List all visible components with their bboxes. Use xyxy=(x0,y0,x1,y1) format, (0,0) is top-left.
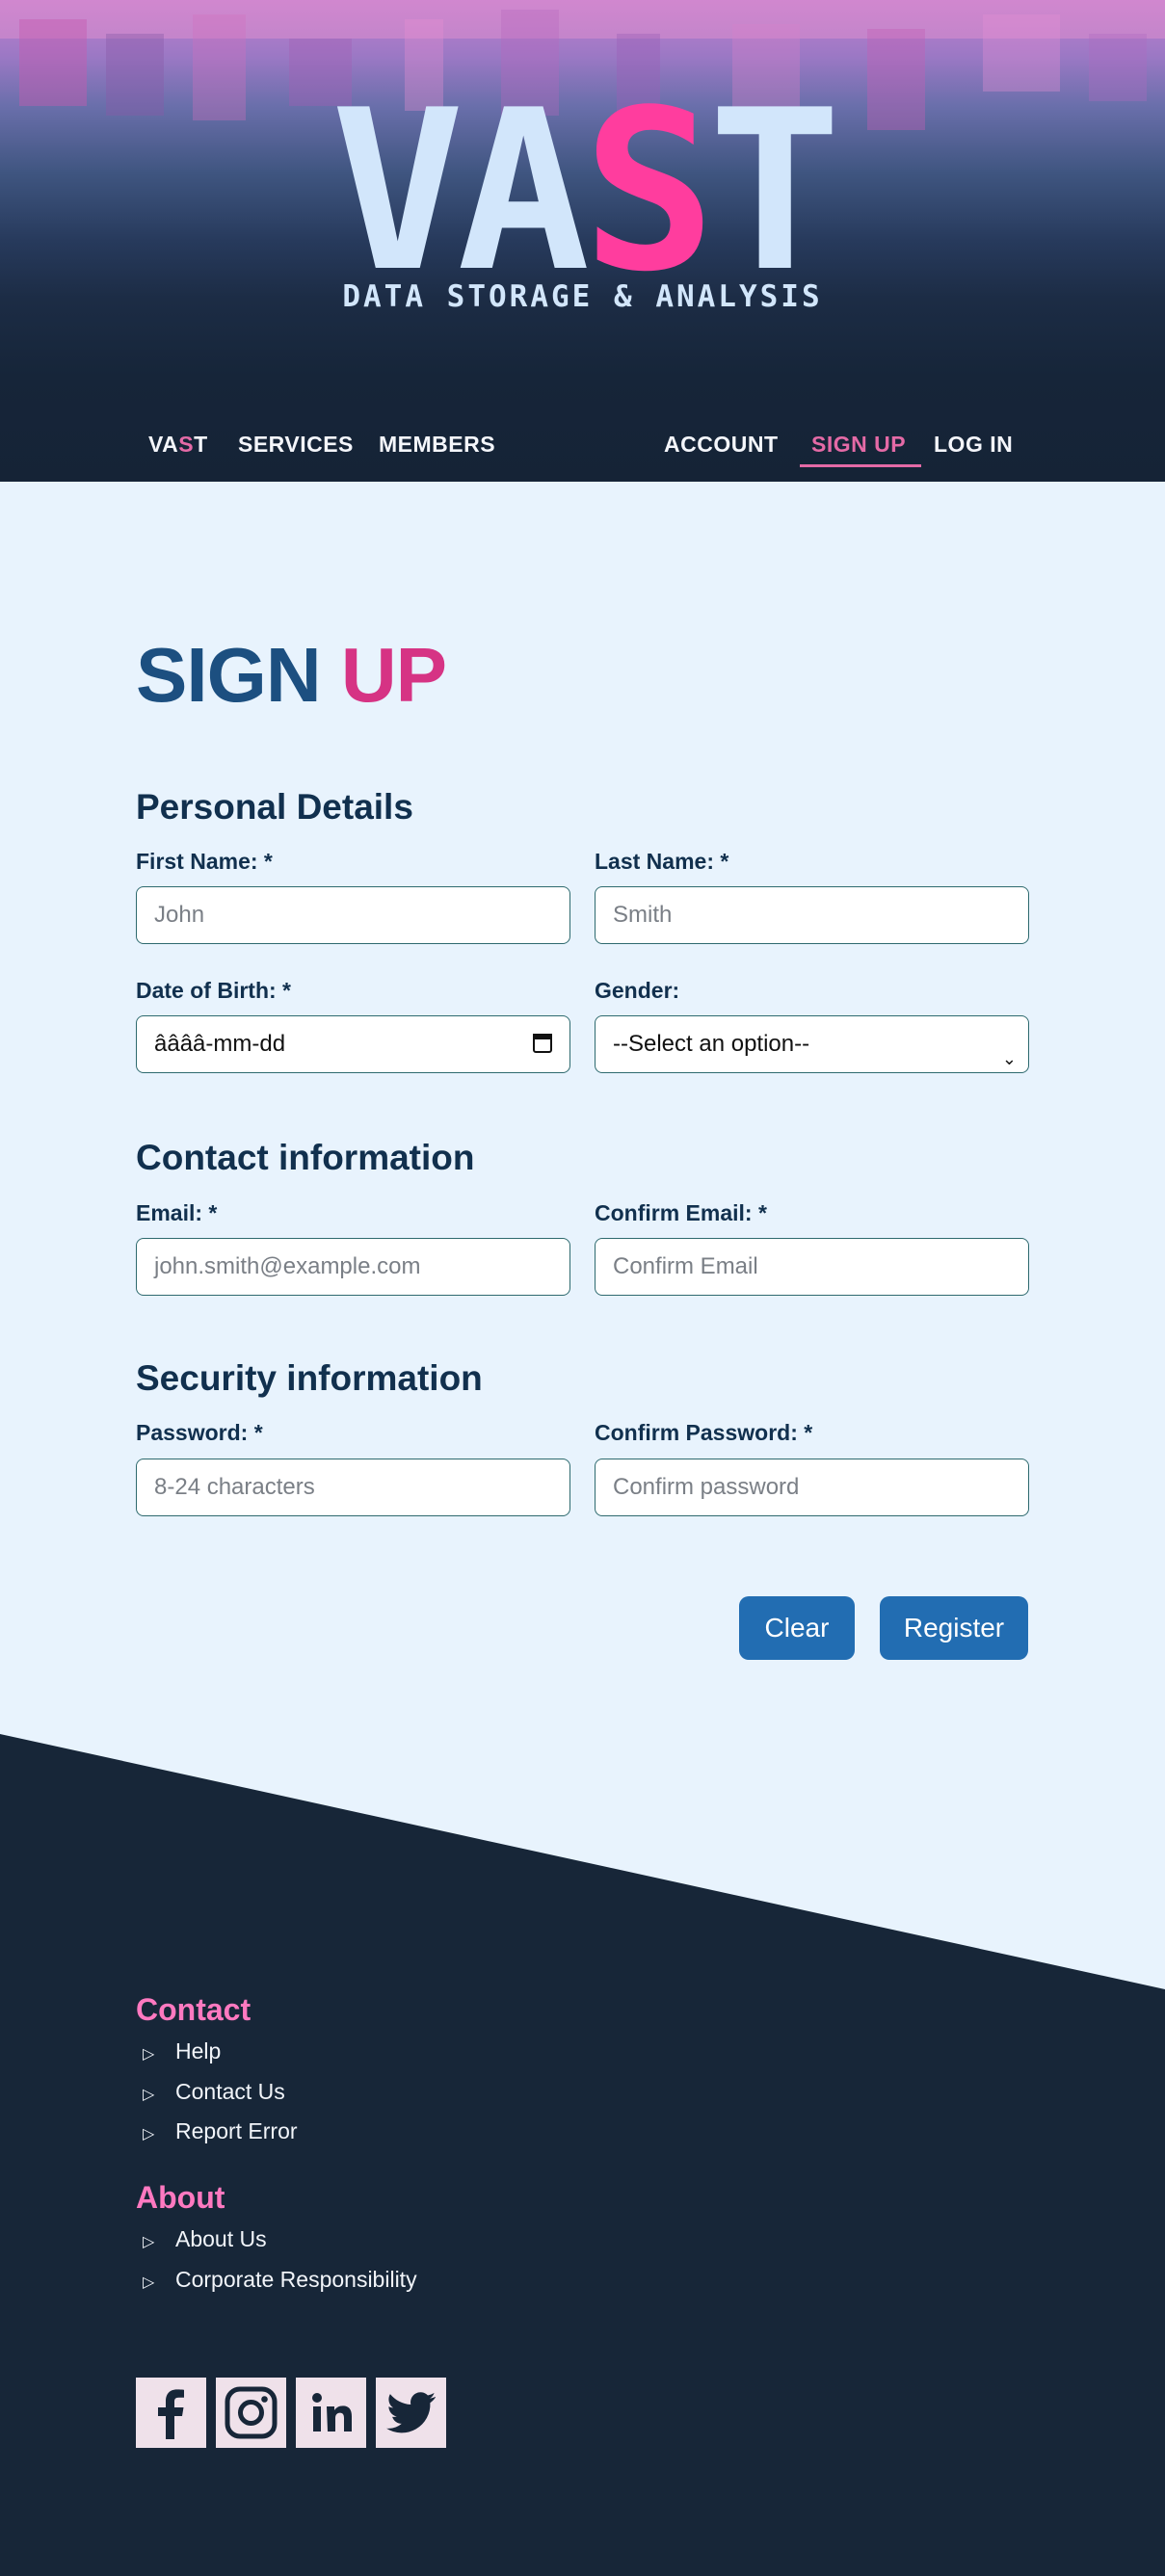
nav-services-link[interactable]: SERVICES xyxy=(238,432,354,458)
first-name-input[interactable]: John xyxy=(136,886,570,944)
dob-input[interactable]: ââââ-mm-dd xyxy=(136,1015,570,1073)
page-title: SIGN UP xyxy=(136,631,447,720)
nav-active-underline xyxy=(800,464,921,467)
footer-report-error-label: Report Error xyxy=(175,2118,298,2143)
page-title-sign: SIGN xyxy=(136,632,322,718)
password-input[interactable]: 8-24 characters xyxy=(136,1459,570,1516)
facebook-icon[interactable] xyxy=(136,2378,206,2448)
footer-about-us-link[interactable]: ▷ About Us xyxy=(143,2226,267,2252)
nav-brand-va: VA xyxy=(148,432,179,457)
nav-login-link[interactable]: LOG IN xyxy=(934,432,1013,458)
calendar-icon[interactable] xyxy=(533,1034,552,1053)
personal-details-heading: Personal Details xyxy=(136,787,413,827)
footer-contact-us-link[interactable]: ▷ Contact Us xyxy=(143,2079,285,2105)
linkedin-icon[interactable] xyxy=(296,2378,366,2448)
footer-contact-heading: Contact xyxy=(136,1992,252,2027)
email-input[interactable]: john.smith@example.com xyxy=(136,1238,570,1296)
footer-background xyxy=(0,1734,1165,2576)
footer-report-error-link[interactable]: ▷ Report Error xyxy=(143,2118,298,2144)
dob-label: Date of Birth: * xyxy=(136,978,291,1003)
gender-label: Gender: xyxy=(595,978,680,1003)
chevron-down-icon: ⌄ xyxy=(1001,1049,1017,1068)
footer-about-us-label: About Us xyxy=(175,2226,267,2251)
first-name-label: First Name: * xyxy=(136,849,273,874)
triangle-right-icon: ▷ xyxy=(143,2046,155,2063)
nav-brand-t: T xyxy=(194,432,208,457)
twitter-icon[interactable] xyxy=(376,2378,446,2448)
confirm-email-input[interactable]: Confirm Email xyxy=(595,1238,1029,1296)
instagram-icon[interactable] xyxy=(216,2378,286,2448)
site-logo: VAST xyxy=(0,82,1165,303)
confirm-password-label: Confirm Password: * xyxy=(595,1420,813,1445)
footer-corporate-responsibility-link[interactable]: ▷ Corporate Responsibility xyxy=(143,2267,417,2293)
footer-contact-us-label: Contact Us xyxy=(175,2079,285,2104)
clear-button[interactable]: Clear xyxy=(739,1596,855,1660)
security-information-heading: Security information xyxy=(136,1358,483,1398)
confirm-password-input[interactable]: Confirm password xyxy=(595,1459,1029,1516)
footer-corporate-responsibility-label: Corporate Responsibility xyxy=(175,2267,417,2292)
triangle-right-icon: ▷ xyxy=(143,2087,155,2103)
triangle-right-icon: ▷ xyxy=(143,2234,155,2250)
nav-home-link[interactable]: VAST xyxy=(148,432,208,458)
contact-information-heading: Contact information xyxy=(136,1138,475,1177)
nav-members-link[interactable]: MEMBERS xyxy=(379,432,495,458)
dob-value: ââââ-mm-dd xyxy=(154,1031,286,1057)
email-label: Email: * xyxy=(136,1200,218,1225)
header-banner: VAST DATA STORAGE & ANALYSIS VAST SERVIC… xyxy=(0,0,1165,482)
nav-brand-s: S xyxy=(178,432,195,457)
gender-select[interactable]: --Select an option-- ⌄ xyxy=(595,1015,1029,1073)
nav-account-link[interactable]: ACCOUNT xyxy=(664,432,779,458)
site-tagline: DATA STORAGE & ANALYSIS xyxy=(342,279,823,314)
nav-signup-link[interactable]: SIGN UP xyxy=(811,432,906,458)
footer-help-label: Help xyxy=(175,2038,222,2063)
footer-about-heading: About xyxy=(136,2180,225,2215)
confirm-email-label: Confirm Email: * xyxy=(595,1200,767,1225)
gender-selected-value: --Select an option-- xyxy=(613,1031,810,1057)
triangle-right-icon: ▷ xyxy=(143,2126,155,2142)
main-nav: VAST SERVICES MEMBERS ACCOUNT SIGN UP LO… xyxy=(0,432,1165,467)
page-title-up: UP xyxy=(340,632,447,718)
password-label: Password: * xyxy=(136,1420,263,1445)
register-button[interactable]: Register xyxy=(880,1596,1028,1660)
footer-help-link[interactable]: ▷ Help xyxy=(143,2038,221,2064)
last-name-input[interactable]: Smith xyxy=(595,886,1029,944)
last-name-label: Last Name: * xyxy=(595,849,729,874)
triangle-right-icon: ▷ xyxy=(143,2274,155,2291)
